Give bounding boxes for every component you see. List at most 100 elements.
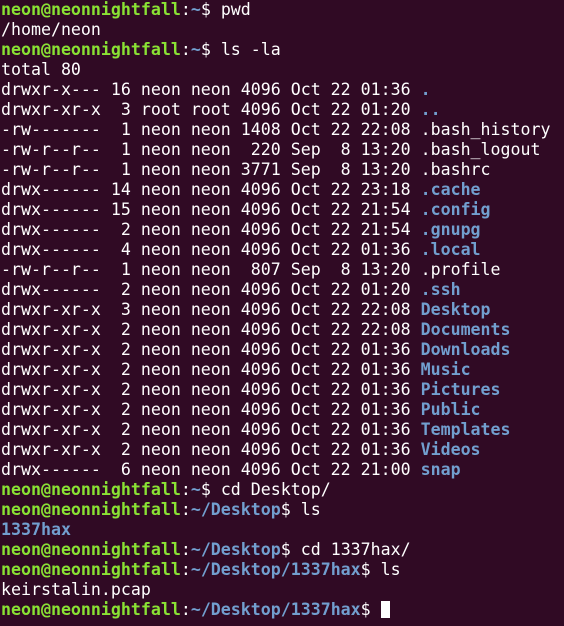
ls-entry-dirname: .local: [420, 240, 481, 259]
prompt-user: neon@neonnightfall: [1, 40, 181, 59]
ls-entry-meta: drwxr-x--- 16 neon neon 4096 Oct 22 01:3…: [1, 80, 411, 99]
prompt-line: neon@neonnightfall:~$ cd Desktop/: [1, 480, 564, 500]
prompt-separator: :: [180, 540, 191, 559]
command-text: ls -la: [220, 40, 281, 59]
prompt-line: neon@neonnightfall:~/Desktop$ cd 1337hax…: [1, 540, 564, 560]
ls-entry-filename: .bashrc: [420, 160, 491, 179]
terminal-window[interactable]: neon@neonnightfall:~$ pwd/home/neon neon@…: [0, 0, 564, 626]
ls-entry-row: drwx------ 6 neon neon 4096 Oct 22 21:00…: [1, 460, 564, 480]
output-directory: 1337hax: [1, 520, 564, 540]
ls-entry-dirname: .gnupg: [420, 220, 481, 239]
ls-entry-meta: drwxr-xr-x 3 neon neon 4096 Oct 22 22:08: [1, 300, 411, 319]
prompt-symbol: $: [280, 500, 301, 519]
output-line: total 80: [1, 60, 564, 80]
ls-entry-filename: .bash_history: [420, 120, 551, 139]
ls-entry-dirname: Templates: [420, 420, 511, 439]
ls-entry-row: drwx------ 15 neon neon 4096 Oct 22 21:5…: [1, 200, 564, 220]
ls-entry-dirname: .: [420, 80, 431, 99]
ls-entry-meta: drwxr-xr-x 2 neon neon 4096 Oct 22 01:36: [1, 440, 411, 459]
ls-entry-filename: .bash_logout: [420, 140, 541, 159]
prompt-user: neon@neonnightfall: [1, 560, 181, 579]
prompt-line: neon@neonnightfall:~$ ls -la: [1, 40, 564, 60]
prompt-separator: :: [180, 480, 191, 499]
prompt-line: neon@neonnightfall:~/Desktop/1337hax$ ls: [1, 560, 564, 580]
prompt-symbol: $: [200, 40, 221, 59]
prompt-separator: :: [180, 500, 191, 519]
ls-entry-row: drwxr-xr-x 2 neon neon 4096 Oct 22 01:36…: [1, 380, 564, 400]
ls-entry-meta: -rw------- 1 neon neon 1408 Oct 22 22:08: [1, 120, 411, 139]
ls-entry-row: drwxr-xr-x 2 neon neon 4096 Oct 22 01:36…: [1, 440, 564, 460]
ls-entry-filename: .profile: [420, 260, 501, 279]
output-text: total 80: [1, 60, 81, 79]
command-text: ls: [300, 500, 321, 519]
prompt-user: neon@neonnightfall: [1, 0, 181, 19]
ls-entry-meta: drwx------ 2 neon neon 4096 Oct 22 21:54: [1, 220, 411, 239]
output-text: keirstalin.pcap: [1, 580, 151, 599]
ls-entry-row: -rw-r--r-- 1 neon neon 3771 Sep 8 13:20 …: [1, 160, 564, 180]
ls-entry-meta: -rw-r--r-- 1 neon neon 220 Sep 8 13:20: [1, 140, 411, 159]
ls-entry-row: drwx------ 2 neon neon 4096 Oct 22 01:20…: [1, 280, 564, 300]
ls-entry-dirname: Videos: [420, 440, 481, 459]
ls-entry-meta: -rw-r--r-- 1 neon neon 807 Sep 8 13:20: [1, 260, 411, 279]
prompt-symbol: $: [360, 560, 381, 579]
ls-entry-meta: drwxr-xr-x 2 neon neon 4096 Oct 22 01:36: [1, 380, 411, 399]
prompt-path: ~: [190, 0, 201, 19]
ls-entry-meta: drwx------ 14 neon neon 4096 Oct 22 23:1…: [1, 180, 411, 199]
prompt-user: neon@neonnightfall: [1, 540, 181, 559]
ls-entry-meta: drwxr-xr-x 2 neon neon 4096 Oct 22 01:36: [1, 400, 411, 419]
ls-entry-row: drwxr-x--- 16 neon neon 4096 Oct 22 01:3…: [1, 80, 564, 100]
prompt-line: neon@neonnightfall:~/Desktop$ ls: [1, 500, 564, 520]
ls-entry-dirname: snap: [420, 460, 461, 479]
ls-entry-dirname: Documents: [420, 320, 511, 339]
ls-entry-dirname: Music: [420, 360, 471, 379]
prompt-user: neon@neonnightfall: [1, 600, 181, 619]
prompt-path: ~: [190, 480, 201, 499]
output-line: keirstalin.pcap: [1, 580, 564, 600]
ls-entry-row: drwxr-xr-x 2 neon neon 4096 Oct 22 01:36…: [1, 400, 564, 420]
prompt-separator: :: [180, 0, 191, 19]
ls-entry-row: drwxr-xr-x 2 neon neon 4096 Oct 22 01:36…: [1, 420, 564, 440]
text-cursor[interactable]: [380, 601, 390, 618]
ls-entry-row: drwxr-xr-x 2 neon neon 4096 Oct 22 22:08…: [1, 320, 564, 340]
ls-entry-meta: drwxr-xr-x 3 root root 4096 Oct 22 01:20: [1, 100, 411, 119]
ls-entry-row: -rw-r--r-- 1 neon neon 807 Sep 8 13:20 .…: [1, 260, 564, 280]
ls-entry-row: drwxr-xr-x 3 neon neon 4096 Oct 22 22:08…: [1, 300, 564, 320]
ls-entry-dirname: ..: [420, 100, 441, 119]
prompt-symbol: $: [360, 600, 381, 619]
output-line: /home/neon: [1, 20, 564, 40]
prompt-path: ~/Desktop: [190, 540, 281, 559]
prompt-symbol: $: [200, 480, 221, 499]
ls-entry-dirname: .config: [420, 200, 491, 219]
output-text: /home/neon: [1, 20, 101, 39]
ls-entry-meta: drwxr-xr-x 2 neon neon 4096 Oct 22 01:36: [1, 340, 411, 359]
ls-entry-dirname: Desktop: [420, 300, 491, 319]
ls-entry-row: -rw-r--r-- 1 neon neon 220 Sep 8 13:20 .…: [1, 140, 564, 160]
ls-entry-meta: drwx------ 6 neon neon 4096 Oct 22 21:00: [1, 460, 411, 479]
prompt-symbol: $: [280, 540, 301, 559]
ls-entry-row: drwxr-xr-x 3 root root 4096 Oct 22 01:20…: [1, 100, 564, 120]
command-text: pwd: [220, 0, 251, 19]
command-text: ls: [380, 560, 401, 579]
ls-entry-dirname: Pictures: [420, 380, 501, 399]
ls-entry-dirname: .cache: [420, 180, 481, 199]
prompt-line: neon@neonnightfall:~/Desktop/1337hax$: [1, 600, 564, 620]
ls-entry-row: drwxr-xr-x 2 neon neon 4096 Oct 22 01:36…: [1, 340, 564, 360]
prompt-separator: :: [180, 40, 191, 59]
prompt-separator: :: [180, 600, 191, 619]
ls-entry-meta: drwx------ 15 neon neon 4096 Oct 22 21:5…: [1, 200, 411, 219]
ls-entry-dirname: .ssh: [420, 280, 461, 299]
prompt-path: ~/Desktop/1337hax: [190, 560, 361, 579]
ls-entry-row: drwxr-xr-x 2 neon neon 4096 Oct 22 01:36…: [1, 360, 564, 380]
output-dirname: 1337hax: [1, 520, 71, 539]
ls-entry-dirname: Downloads: [420, 340, 511, 359]
ls-entry-meta: drwxr-xr-x 2 neon neon 4096 Oct 22 01:36: [1, 420, 411, 439]
ls-entry-dirname: Public: [420, 400, 481, 419]
ls-entry-row: -rw------- 1 neon neon 1408 Oct 22 22:08…: [1, 120, 564, 140]
prompt-user: neon@neonnightfall: [1, 480, 181, 499]
ls-entry-meta: drwxr-xr-x 2 neon neon 4096 Oct 22 22:08: [1, 320, 411, 339]
prompt-path: ~: [190, 40, 201, 59]
prompt-path: ~/Desktop/1337hax: [190, 600, 361, 619]
command-text: cd 1337hax/: [300, 540, 411, 559]
ls-entry-row: drwx------ 2 neon neon 4096 Oct 22 21:54…: [1, 220, 564, 240]
command-text: cd Desktop/: [220, 480, 331, 499]
